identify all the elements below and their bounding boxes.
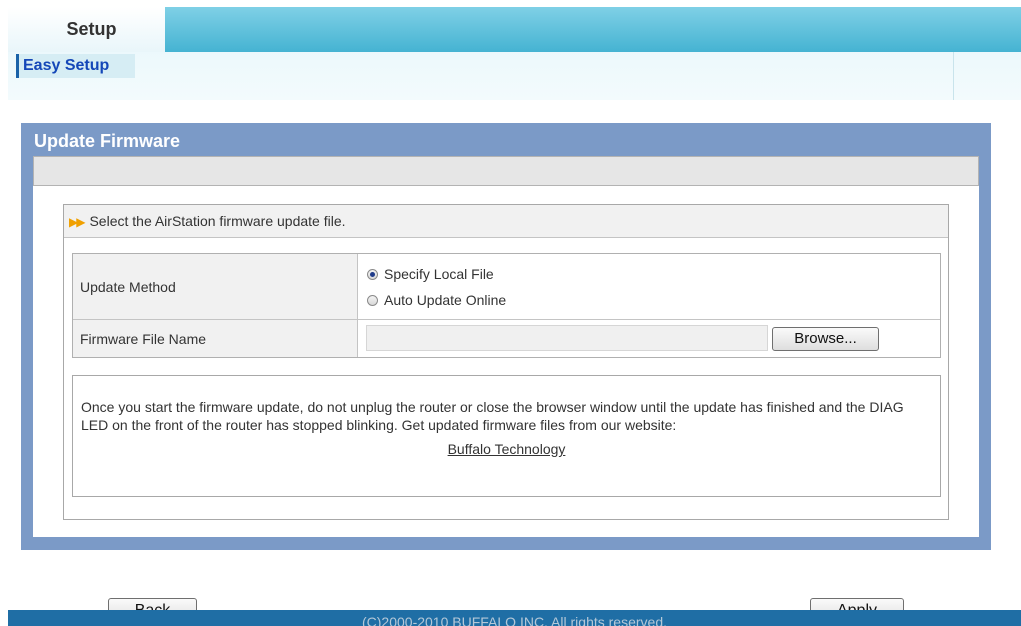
instruction-text: Select the AirStation firmware update fi…: [89, 213, 346, 229]
header-divider: [953, 52, 954, 100]
panel-subheader-bar: [33, 156, 979, 186]
tab-setup-label: Setup: [66, 19, 117, 39]
double-chevron-right-icon: ▶▶: [69, 215, 86, 229]
update-firmware-panel: Update Firmware ▶▶ Select the AirStation …: [21, 123, 991, 550]
instruction-bar: ▶▶ Select the AirStation firmware update …: [64, 205, 948, 238]
panel-body: ▶▶ Select the AirStation firmware update …: [33, 156, 979, 537]
update-method-options: Specify Local File Auto Update Online: [359, 254, 940, 319]
buffalo-technology-link[interactable]: Buffalo Technology: [448, 441, 566, 457]
update-method-label: Update Method: [73, 254, 358, 319]
update-notice: Once you start the firmware update, do n…: [72, 375, 941, 497]
firmware-file-controls: Browse...: [359, 320, 940, 357]
firmware-form-box: ▶▶ Select the AirStation firmware update …: [63, 204, 949, 520]
tab-setup[interactable]: Setup: [8, 7, 165, 52]
subtab-easy-setup[interactable]: Easy Setup: [16, 54, 135, 78]
radio-specify-local-file[interactable]: Specify Local File: [367, 266, 494, 282]
table-row-firmware-file: Firmware File Name Browse...: [73, 320, 940, 357]
radio-auto-update-online-label[interactable]: Auto Update Online: [384, 292, 506, 308]
settings-table: Update Method Specify Local File Auto Up…: [72, 253, 941, 358]
radio-auto-update-online[interactable]: Auto Update Online: [367, 292, 506, 308]
firmware-file-label: Firmware File Name: [73, 320, 358, 357]
browse-button[interactable]: Browse...: [772, 327, 879, 351]
radio-checked-icon[interactable]: [367, 268, 378, 280]
table-row-update-method: Update Method Specify Local File Auto Up…: [73, 254, 940, 320]
notice-text: Once you start the firmware update, do n…: [81, 399, 904, 433]
radio-unchecked-icon[interactable]: [367, 294, 378, 306]
notice-link-wrap: Buffalo Technology: [81, 440, 932, 458]
firmware-file-input[interactable]: [366, 325, 768, 351]
panel-title: Update Firmware: [34, 131, 181, 151]
radio-specify-local-file-label[interactable]: Specify Local File: [384, 266, 494, 282]
footer-copyright: (C)2000-2010 BUFFALO INC. All rights res…: [8, 610, 1021, 626]
